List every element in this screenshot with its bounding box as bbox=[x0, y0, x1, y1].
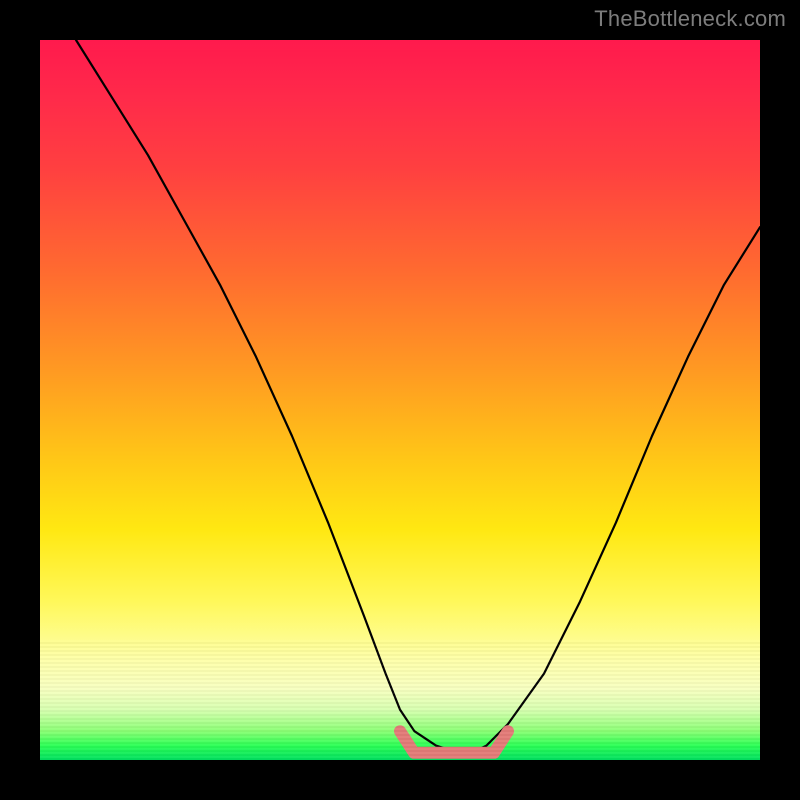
watermark-text: TheBottleneck.com bbox=[594, 6, 786, 32]
curve-svg bbox=[40, 40, 760, 760]
chart-frame: TheBottleneck.com bbox=[0, 0, 800, 800]
plot-area bbox=[40, 40, 760, 760]
optimal-range-marker bbox=[400, 731, 508, 753]
bottleneck-curve bbox=[76, 40, 760, 753]
